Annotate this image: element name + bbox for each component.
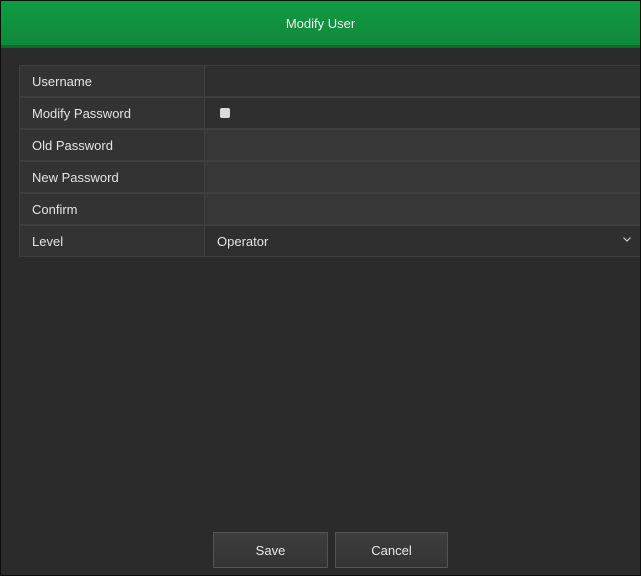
confirm-row: Confirm	[19, 193, 640, 225]
modify-password-row: Modify Password	[19, 97, 640, 129]
old-password-row: Old Password	[19, 129, 640, 161]
old-password-input[interactable]	[205, 129, 640, 161]
level-selected-value: Operator	[217, 233, 269, 249]
dialog-titlebar: Modify User	[1, 1, 640, 48]
modify-password-label: Modify Password	[32, 105, 131, 121]
dialog-title: Modify User	[285, 15, 356, 31]
username-row: Username	[19, 65, 640, 97]
user-form: Username Modify Password Old Password Ne…	[19, 65, 640, 257]
chevron-down-icon	[622, 234, 632, 244]
level-select[interactable]: Operator	[205, 225, 640, 257]
new-password-input[interactable]	[205, 161, 640, 193]
old-password-label-cell: Old Password	[19, 129, 205, 161]
confirm-label: Confirm	[32, 201, 78, 217]
modify-user-dialog: Modify User Username Modify Password Old…	[0, 0, 641, 576]
username-label-cell: Username	[19, 65, 205, 97]
username-label: Username	[32, 73, 92, 89]
confirm-label-cell: Confirm	[19, 193, 205, 225]
new-password-row: New Password	[19, 161, 640, 193]
modify-password-cell	[205, 97, 640, 129]
modify-password-label-cell: Modify Password	[19, 97, 205, 129]
level-row: Level Operator	[19, 225, 640, 257]
username-input[interactable]	[205, 65, 640, 97]
confirm-password-input[interactable]	[205, 193, 640, 225]
new-password-label-cell: New Password	[19, 161, 205, 193]
level-label-cell: Level	[19, 225, 205, 257]
save-button[interactable]: Save	[213, 532, 328, 568]
cancel-button[interactable]: Cancel	[335, 532, 448, 568]
old-password-label: Old Password	[32, 137, 113, 153]
level-label: Level	[32, 233, 64, 249]
new-password-label: New Password	[32, 169, 119, 185]
modify-password-checkbox[interactable]	[220, 108, 230, 118]
